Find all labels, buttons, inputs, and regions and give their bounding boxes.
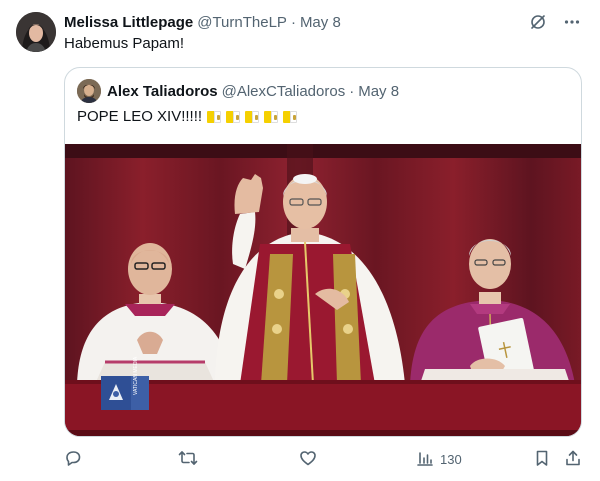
tweet-text: Habemus Papam! xyxy=(64,35,185,52)
quoted-tweet-text: POPE LEO XIV!!!!! xyxy=(77,108,203,125)
author-handle[interactable]: @TurnTheLP xyxy=(197,14,287,31)
quoted-tweet-date[interactable]: May 8 xyxy=(358,83,399,100)
separator-dot: · xyxy=(290,13,296,31)
vatican-flag-icon xyxy=(226,110,241,123)
like-button[interactable] xyxy=(299,449,317,470)
quoted-tweet[interactable]: Alex Taliadoros @AlexCTaliadoros · May 8… xyxy=(64,67,582,437)
retweet-icon xyxy=(178,449,198,470)
vatican-flag-icon xyxy=(264,110,279,123)
views-count: 130 xyxy=(440,452,462,467)
share-icon xyxy=(564,449,582,470)
grok-icon[interactable] xyxy=(528,12,548,32)
tweet[interactable]: Melissa Littlepage @TurnTheLP · May 8 Ha… xyxy=(0,0,600,481)
quoted-tweet-text-row: POPE LEO XIV!!!!! xyxy=(77,108,298,125)
tweet-action-bar: 130 xyxy=(64,449,588,471)
quoted-author-handle[interactable]: @AlexCTaliadoros xyxy=(222,83,346,100)
separator-dot: · xyxy=(349,82,355,100)
like-icon xyxy=(299,449,317,470)
tweet-media-image[interactable]: VATICAN MEDIA xyxy=(65,144,581,436)
share-button[interactable] xyxy=(564,449,582,470)
tweet-date[interactable]: May 8 xyxy=(300,14,341,31)
retweet-button[interactable] xyxy=(178,449,198,470)
watermark-text: VATICAN MEDIA xyxy=(133,356,139,395)
quoted-tweet-header: Alex Taliadoros @AlexCTaliadoros · May 8 xyxy=(107,81,399,101)
views-icon xyxy=(416,449,434,470)
tweet-top-actions xyxy=(528,12,582,32)
views-button[interactable]: 130 xyxy=(416,449,462,470)
author-name[interactable]: Melissa Littlepage xyxy=(64,14,193,31)
tweet-header: Melissa Littlepage @TurnTheLP · May 8 xyxy=(64,12,341,32)
vatican-flag-icon xyxy=(283,110,298,123)
quoted-author-avatar xyxy=(77,79,101,103)
reply-button[interactable] xyxy=(64,449,82,470)
flag-emoji-group xyxy=(207,110,298,123)
quoted-author-name[interactable]: Alex Taliadoros xyxy=(107,83,218,100)
reply-icon xyxy=(64,449,82,470)
more-icon[interactable] xyxy=(562,12,582,32)
author-avatar[interactable] xyxy=(16,12,56,52)
vatican-flag-icon xyxy=(245,110,260,123)
vatican-flag-icon xyxy=(207,110,222,123)
bookmark-button[interactable] xyxy=(533,449,551,470)
bookmark-icon xyxy=(533,449,551,470)
